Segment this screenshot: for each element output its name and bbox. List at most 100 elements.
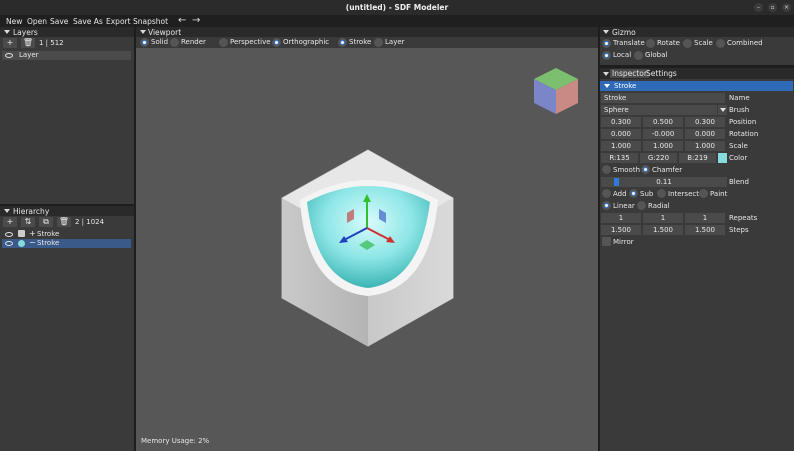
repeats-z-input[interactable]: 1: [685, 213, 725, 223]
tab-settings[interactable]: Settings: [644, 69, 679, 78]
viewport-title: Viewport: [148, 28, 182, 37]
linear-radio[interactable]: [602, 201, 611, 210]
render-radio[interactable]: [170, 38, 179, 47]
orthographic-radio[interactable]: [272, 38, 281, 47]
collapse-triangle-icon[interactable]: [603, 30, 609, 34]
intersect-radio[interactable]: [657, 189, 666, 198]
position-z-input[interactable]: 0.300: [685, 117, 725, 127]
collapse-triangle-icon[interactable]: [603, 72, 609, 76]
orientation-cube-icon[interactable]: [532, 66, 580, 116]
render-label: Render: [181, 38, 206, 46]
undo-arrow-icon[interactable]: ←: [178, 15, 186, 26]
eye-icon[interactable]: [5, 241, 13, 246]
collapse-triangle-icon[interactable]: [4, 30, 10, 34]
redo-arrow-icon[interactable]: →: [192, 15, 200, 26]
blend-slider[interactable]: 0.11: [601, 177, 727, 187]
paint-radio[interactable]: [699, 189, 708, 198]
delete-layer-button[interactable]: 🗑: [21, 38, 35, 48]
color-g-input[interactable]: G:220: [640, 153, 677, 163]
scene-render[interactable]: [270, 140, 470, 355]
mirror-checkbox[interactable]: [602, 237, 611, 246]
solid-material-icon: [18, 230, 25, 237]
maximize-button[interactable]: ▫: [768, 3, 777, 12]
sub-radio[interactable]: [629, 189, 638, 198]
brush-select[interactable]: Sphere: [601, 105, 717, 115]
delete-node-button[interactable]: 🗑: [57, 217, 71, 227]
scale-label: Scale: [729, 142, 748, 150]
scale-x-input[interactable]: 1.000: [601, 141, 641, 151]
radial-radio[interactable]: [637, 201, 646, 210]
duplicate-button[interactable]: ⧉: [39, 217, 53, 227]
chamfer-radio[interactable]: [641, 165, 650, 174]
menu-new[interactable]: New: [6, 17, 22, 26]
close-button[interactable]: ×: [782, 3, 791, 12]
reparent-button[interactable]: ⇅: [21, 217, 35, 227]
section-title: Stroke: [614, 82, 637, 90]
paint-label: Paint: [710, 190, 728, 198]
repeats-x-input[interactable]: 1: [601, 213, 641, 223]
viewport-header[interactable]: [136, 27, 598, 37]
blend-value: 0.11: [656, 178, 672, 186]
solid-radio[interactable]: [140, 38, 149, 47]
orthographic-label: Orthographic: [283, 38, 330, 46]
repeats-label: Repeats: [729, 214, 758, 222]
rotation-z-input[interactable]: 0.000: [685, 129, 725, 139]
position-label: Position: [729, 118, 757, 126]
collapse-triangle-icon[interactable]: [140, 30, 146, 34]
global-radio[interactable]: [634, 51, 643, 60]
add-layer-button[interactable]: +: [3, 38, 17, 48]
rotate-label: Rotate: [657, 39, 680, 47]
scale-z-input[interactable]: 1.000: [685, 141, 725, 151]
color-r-input[interactable]: R:135: [601, 153, 638, 163]
chevron-down-icon: [719, 108, 726, 112]
local-radio[interactable]: [602, 51, 611, 60]
op-icon: −: [29, 238, 36, 247]
menu-open[interactable]: Open: [27, 17, 47, 26]
window-title: (untitled) - SDF Modeler: [345, 3, 449, 12]
rotate-radio[interactable]: [646, 39, 655, 48]
position-y-input[interactable]: 0.500: [643, 117, 683, 127]
menu-snapshot[interactable]: Snapshot: [133, 17, 168, 26]
blend-slider-handle[interactable]: [614, 178, 620, 186]
position-x-input[interactable]: 0.300: [601, 117, 641, 127]
perspective-radio[interactable]: [219, 38, 228, 47]
color-swatch-icon: [18, 240, 25, 247]
add-radio[interactable]: [602, 189, 611, 198]
collapse-triangle-icon[interactable]: [604, 84, 610, 88]
hierarchy-title: Hierarchy: [13, 207, 50, 216]
layer-radio[interactable]: [374, 38, 383, 47]
hierarchy-count: 2 | 1024: [75, 218, 105, 226]
eye-icon[interactable]: [5, 53, 13, 58]
stroke-radio[interactable]: [338, 38, 347, 47]
minimize-button[interactable]: –: [754, 3, 763, 12]
collapse-triangle-icon[interactable]: [4, 209, 10, 213]
rotation-label: Rotation: [729, 130, 759, 138]
name-input[interactable]: Stroke: [601, 93, 725, 103]
add-node-button[interactable]: +: [3, 217, 17, 227]
menu-save-as[interactable]: Save As: [73, 17, 103, 26]
steps-x-input[interactable]: 1.500: [601, 225, 641, 235]
rotation-y-input[interactable]: -0.000: [643, 129, 683, 139]
combined-radio[interactable]: [716, 39, 725, 48]
linear-label: Linear: [613, 202, 635, 210]
steps-z-input[interactable]: 1.500: [685, 225, 725, 235]
perspective-label: Perspective: [230, 38, 271, 46]
repeats-y-input[interactable]: 1: [643, 213, 683, 223]
translate-label: Translate: [613, 39, 645, 47]
scale-y-input[interactable]: 1.000: [643, 141, 683, 151]
brush-dropdown-button[interactable]: [718, 105, 727, 115]
mirror-label: Mirror: [613, 238, 634, 246]
menu-export[interactable]: Export: [106, 17, 131, 26]
hierarchy-item-name: Stroke: [37, 230, 60, 238]
color-swatch[interactable]: [718, 153, 727, 163]
eye-icon[interactable]: [5, 232, 13, 237]
steps-y-input[interactable]: 1.500: [643, 225, 683, 235]
menu-save[interactable]: Save: [50, 17, 68, 26]
layers-title: Layers: [13, 28, 38, 37]
rotation-x-input[interactable]: 0.000: [601, 129, 641, 139]
scale-radio[interactable]: [683, 39, 692, 48]
color-b-input[interactable]: B:219: [679, 153, 716, 163]
smooth-radio[interactable]: [602, 165, 611, 174]
scale-label: Scale: [694, 39, 713, 47]
translate-radio[interactable]: [602, 39, 611, 48]
